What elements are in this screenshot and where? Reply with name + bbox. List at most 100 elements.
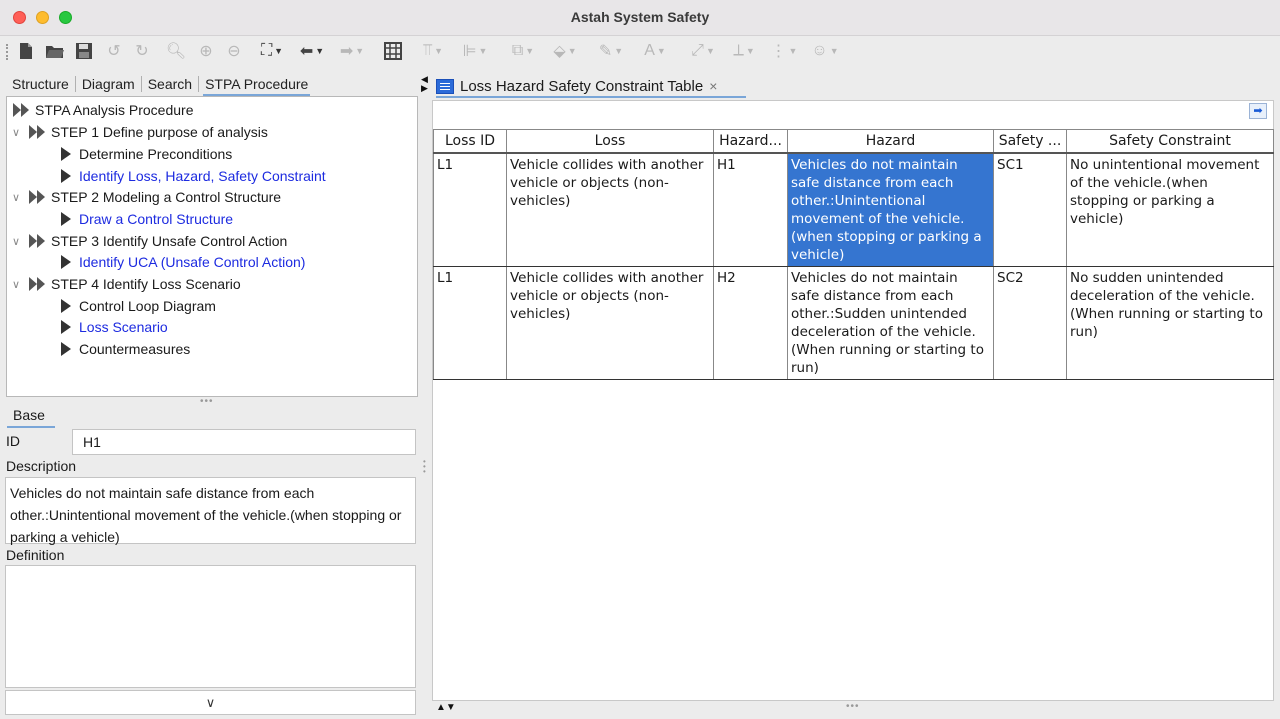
bottom-splitter-dots[interactable]: •••: [846, 701, 860, 712]
chevron-down-icon[interactable]: ∨: [9, 191, 23, 204]
tree-item-identify-loss-hazard[interactable]: Identify Loss, Hazard, Safety Constraint: [61, 166, 326, 186]
tab-structure[interactable]: Structure: [6, 76, 75, 92]
table-cell[interactable]: Vehicle collides with another vehicle or…: [506, 152, 714, 267]
tree-item-label: Identify Loss, Hazard, Safety Constraint: [79, 168, 326, 184]
id-field[interactable]: H1: [72, 429, 416, 455]
table-cell[interactable]: L1: [433, 266, 507, 380]
tree-item-label: STEP 3 Identify Unsafe Control Action: [51, 233, 288, 249]
stpa-procedure-tree: STPA Analysis Procedure ∨ STEP 1 Define …: [6, 96, 418, 397]
align-top-icon[interactable]: ⫪ ▼: [416, 40, 450, 62]
save-icon[interactable]: [74, 40, 94, 62]
emoji-icon[interactable]: ☺ ▼: [806, 40, 844, 62]
tree-item-label: Determine Preconditions: [79, 146, 233, 162]
left-panel-tabs: Structure Diagram Search STPA Procedure: [6, 73, 418, 96]
loss-hazard-table: Loss ID Loss Hazard... Hazard Safety ...…: [433, 129, 1274, 380]
horizontal-splitter[interactable]: •••: [200, 396, 214, 407]
triangle-icon: [61, 212, 71, 226]
table-header-row: Loss ID Loss Hazard... Hazard Safety ...…: [433, 129, 1274, 153]
description-field[interactable]: Vehicles do not maintain safe distance f…: [5, 477, 416, 545]
tree-item-determine-preconditions[interactable]: Determine Preconditions: [61, 144, 232, 164]
triangle-icon: [61, 169, 71, 183]
table-cell[interactable]: SC2: [993, 266, 1067, 380]
line-style-icon[interactable]: ⤢ ▼: [684, 40, 722, 62]
column-header-safety-id[interactable]: Safety ...: [993, 129, 1067, 153]
vertical-splitter[interactable]: ◀ ▶ • • •: [421, 73, 429, 719]
table-cell-selected[interactable]: Vehicles do not maintain safe distance f…: [787, 152, 994, 267]
tree-item-countermeasures[interactable]: Countermeasures: [61, 339, 190, 359]
triangle-icon: [61, 342, 71, 356]
open-folder-icon[interactable]: [44, 40, 66, 62]
tab-diagram[interactable]: Diagram: [74, 76, 141, 92]
chevron-down-icon[interactable]: ∨: [9, 126, 23, 139]
fill-color-icon[interactable]: ⬙ ▼: [546, 40, 584, 62]
fit-window-icon[interactable]: ⛶ ▼: [254, 40, 290, 62]
grid-icon[interactable]: [382, 40, 404, 62]
tree-item-label: STEP 4 Identify Loss Scenario: [51, 276, 241, 292]
tree-item-control-loop-diagram[interactable]: Control Loop Diagram: [61, 296, 216, 316]
triangle-icon: [61, 255, 71, 269]
tree-item-label: STEP 2 Modeling a Control Structure: [51, 189, 282, 205]
align-left-icon[interactable]: ⊫ ▼: [458, 40, 492, 62]
zoom-out-icon[interactable]: ⊖: [224, 40, 244, 62]
tree-item-loss-scenario[interactable]: Loss Scenario: [61, 317, 168, 337]
tree-item-label: Draw a Control Structure: [79, 211, 234, 227]
title-bar: Astah System Safety: [0, 0, 1280, 36]
collapse-arrows-icon[interactable]: ◀ ▶: [421, 75, 428, 93]
redo-icon[interactable]: ↻: [132, 40, 152, 62]
tree-item-step4[interactable]: ∨ STEP 4 Identify Loss Scenario: [9, 274, 241, 294]
table-cell[interactable]: No sudden unintended deceleration of the…: [1066, 266, 1274, 380]
tree-item-label: Countermeasures: [79, 341, 191, 357]
id-label: ID: [6, 433, 20, 449]
tree-item-step2[interactable]: ∨ STEP 2 Modeling a Control Structure: [9, 187, 281, 207]
tree-item-step1[interactable]: ∨ STEP 1 Define purpose of analysis: [9, 122, 268, 142]
bottom-collapse-arrows-icon[interactable]: ▲▼: [436, 702, 456, 713]
table-cell[interactable]: L1: [433, 152, 507, 267]
tree-item-step3[interactable]: ∨ STEP 3 Identify Unsafe Control Action: [9, 231, 287, 251]
tree-item-root[interactable]: STPA Analysis Procedure: [13, 100, 193, 120]
table-cell[interactable]: H2: [713, 266, 788, 380]
new-file-icon[interactable]: [16, 40, 36, 62]
description-label: Description: [6, 458, 77, 474]
tab-stpa-procedure[interactable]: STPA Procedure: [198, 76, 314, 96]
table-cell[interactable]: H1: [713, 152, 788, 267]
table-cell[interactable]: Vehicle collides with another vehicle or…: [506, 266, 714, 380]
back-arrow-icon[interactable]: ⬅ ▼: [294, 40, 330, 62]
column-header-safety-constraint[interactable]: Safety Constraint: [1066, 129, 1274, 153]
chevron-down-icon[interactable]: ∨: [9, 235, 23, 248]
column-header-loss-id[interactable]: Loss ID: [433, 129, 507, 153]
table-row: L1 Vehicle collides with another vehicle…: [433, 266, 1274, 380]
zoom-icon[interactable]: 🔍︎: [166, 40, 186, 62]
toolbar: ↺ ↻ 🔍︎ ⊕ ⊖ ⛶ ▼ ⬅ ▼ ➡ ▼ ⫪ ▼ ⊫ ▼ ⧉ ▼ ⬙ ▼ ✎ ▼ A ▼ ⤢ ▼…: [0, 36, 1280, 68]
font-color-icon[interactable]: A ▼: [636, 40, 674, 62]
zoom-in-icon[interactable]: ⊕: [196, 40, 216, 62]
chevron-down-icon[interactable]: ∨: [9, 278, 23, 291]
tree-item-draw-control-structure[interactable]: Draw a Control Structure: [61, 209, 233, 229]
undo-icon[interactable]: ↺: [104, 40, 124, 62]
tab-loss-hazard-table[interactable]: Loss Hazard Safety Constraint Table ×: [436, 74, 717, 98]
tree-item-identify-uca[interactable]: Identify UCA (Unsafe Control Action): [61, 252, 305, 272]
double-triangle-icon: [29, 234, 45, 248]
toolbar-grip[interactable]: [6, 44, 8, 60]
column-header-loss[interactable]: Loss: [506, 129, 714, 153]
layout-icon[interactable]: ⋮ ▼: [766, 40, 802, 62]
tree-layout-icon[interactable]: ⟂ ▼: [726, 40, 762, 62]
table-row: L1 Vehicle collides with another vehicle…: [433, 152, 1274, 267]
definition-field[interactable]: [5, 565, 416, 688]
tree-item-label: Control Loop Diagram: [79, 298, 216, 314]
tab-search[interactable]: Search: [140, 76, 198, 92]
tab-base[interactable]: Base: [13, 407, 45, 423]
column-header-hazard[interactable]: Hazard: [787, 129, 994, 153]
tree-item-label: Identify UCA (Unsafe Control Action): [79, 254, 306, 270]
close-icon[interactable]: ×: [709, 78, 717, 94]
definition-label: Definition: [6, 547, 65, 563]
column-header-hazard-id[interactable]: Hazard...: [713, 129, 788, 153]
double-triangle-icon: [29, 125, 45, 139]
table-cell[interactable]: Vehicles do not maintain safe distance f…: [787, 266, 994, 380]
expand-more-button[interactable]: ∨: [5, 690, 416, 715]
table-cell[interactable]: No unintentional movement of the vehicle…: [1066, 152, 1274, 267]
forward-arrow-icon[interactable]: ➡ ▼: [334, 40, 370, 62]
export-icon[interactable]: ➡: [1249, 103, 1267, 119]
line-color-icon[interactable]: ✎ ▼: [592, 40, 630, 62]
table-cell[interactable]: SC1: [993, 152, 1067, 267]
arrange-icon[interactable]: ⧉ ▼: [504, 40, 542, 62]
